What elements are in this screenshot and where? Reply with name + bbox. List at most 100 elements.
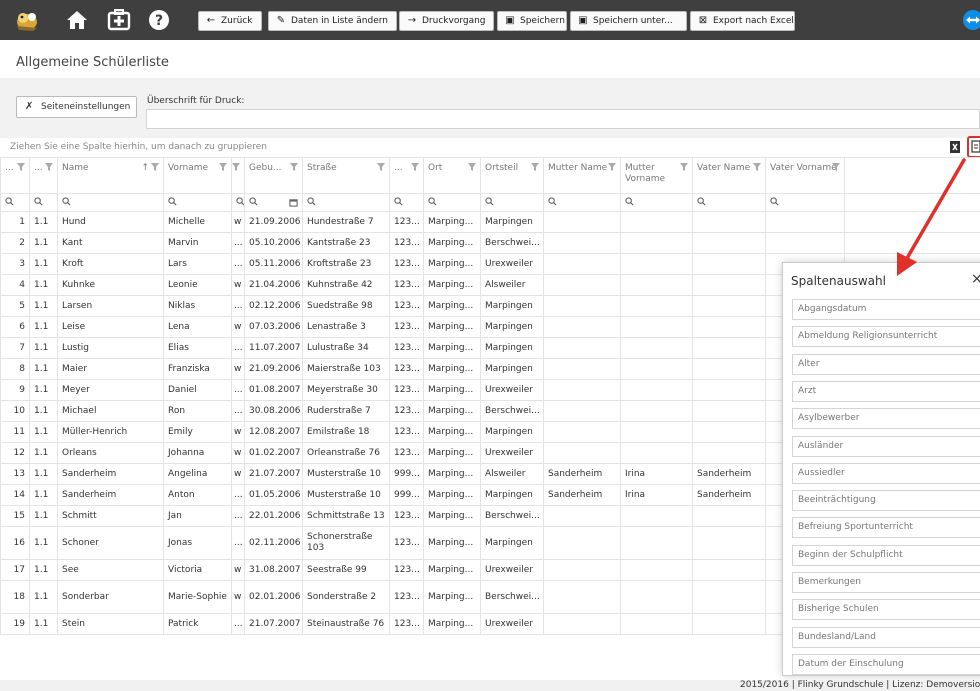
column-picker-item[interactable]: Beginn der Schulpflicht [792, 544, 980, 566]
filter-cell[interactable] [620, 193, 693, 212]
filter-cell[interactable] [389, 193, 424, 212]
filter-cell[interactable] [692, 193, 766, 212]
filter-cell[interactable] [765, 193, 845, 212]
page-settings-button[interactable]: ✗ Seiteneinstellungen [16, 96, 137, 118]
filter-icon[interactable] [832, 163, 840, 171]
table-cell: Marping... [423, 316, 481, 338]
filter-cell[interactable] [244, 193, 303, 212]
sort-ascending-icon[interactable]: ↑ [141, 163, 149, 174]
table-cell: Berschwei... [480, 400, 544, 422]
column-header[interactable]: ... [29, 157, 58, 194]
table-cell: 123... [389, 505, 424, 527]
filter-icon[interactable] [680, 163, 688, 171]
filter-icon[interactable] [411, 163, 419, 171]
column-header-label: ... [34, 163, 43, 173]
filter-cell[interactable] [423, 193, 481, 212]
column-picker-item[interactable]: Abmeldung Religionsunterricht [792, 326, 980, 348]
column-header[interactable]: Vorname [163, 157, 232, 194]
page-title: Allgemeine Schülerliste [16, 55, 169, 70]
help-icon[interactable]: ? [147, 8, 171, 32]
table-row[interactable]: 1 1.1 Hund Michelle w 21.09.2006 Hundestraße 7… [0, 211, 980, 233]
table-cell [620, 400, 693, 422]
column-picker-item[interactable]: Aussiedler [792, 462, 980, 484]
filter-cell[interactable] [57, 193, 164, 212]
table-row[interactable]: 2 1.1 Kant Marvin... 05.10.2006 Kantstraße 23… [0, 232, 980, 254]
back-button[interactable]: ← Zurück [198, 11, 262, 31]
table-cell: 1.1 [29, 316, 58, 338]
filter-icon[interactable] [290, 163, 298, 171]
table-cell: 1.1 [29, 400, 58, 422]
filter-icon[interactable] [468, 163, 476, 171]
filter-cell[interactable] [0, 193, 30, 212]
filter-icon[interactable] [377, 163, 385, 171]
home-icon[interactable] [65, 8, 89, 32]
filter-icon[interactable] [45, 163, 53, 171]
excel-export-icon[interactable] [948, 140, 962, 154]
print-process-label: Druckvorgang [422, 16, 486, 26]
filter-cell[interactable] [302, 193, 390, 212]
filter-icon[interactable] [151, 163, 159, 171]
column-picker-item[interactable]: Ausländer [792, 435, 980, 457]
column-header[interactable]: Gebu... [244, 157, 303, 194]
column-picker-item[interactable]: Datum der Einschulung [792, 653, 980, 675]
filter-icon[interactable] [232, 163, 240, 171]
column-header[interactable]: Ortsteil [480, 157, 544, 194]
column-header[interactable] [231, 157, 245, 194]
filter-cell[interactable] [29, 193, 58, 212]
print-process-button[interactable]: → Druckvorgang [399, 11, 494, 31]
column-picker-item[interactable]: Bisherige Schulen [792, 599, 980, 621]
edit-list-data-button[interactable]: ✎ Daten in Liste ändern [268, 11, 397, 31]
teamviewer-icon[interactable] [958, 9, 980, 31]
column-picker-item[interactable]: Abgangsdatum [792, 299, 980, 320]
table-cell: Alsweiler [480, 274, 544, 296]
column-chooser-icon[interactable] [967, 136, 980, 158]
close-icon[interactable]: × [971, 271, 980, 287]
filter-cell[interactable] [163, 193, 232, 212]
column-header[interactable]: Name ↑ [57, 157, 164, 194]
filter-cell[interactable] [480, 193, 544, 212]
filter-icon[interactable] [608, 163, 616, 171]
column-picker-item[interactable]: Arzt [792, 380, 980, 402]
back-button-label: Zurück [221, 16, 253, 26]
table-cell [692, 379, 766, 401]
table-cell: Kantstraße 23 [302, 232, 390, 254]
column-picker-item[interactable]: Beeinträchtigung [792, 490, 980, 512]
column-header[interactable]: Vater Vorname [765, 157, 845, 194]
column-picker-item[interactable]: Asylbewerber [792, 408, 980, 430]
column-header[interactable]: Mutter Vorname [620, 157, 693, 194]
table-cell: 1.1 [29, 580, 58, 614]
column-picker-item[interactable]: Befreiung Sportunterricht [792, 517, 980, 539]
table-cell: Urexweiler [480, 559, 544, 581]
filter-icon[interactable] [753, 163, 761, 171]
search-icon [5, 196, 14, 206]
column-header-label: Straße [307, 163, 337, 173]
column-header[interactable]: Ort [423, 157, 481, 194]
logo[interactable] [13, 8, 43, 32]
table-cell: Marpingen [480, 337, 544, 359]
save-button[interactable]: ▣ Speichern [497, 11, 567, 31]
filter-icon[interactable] [531, 163, 539, 171]
print-heading-input[interactable] [146, 109, 980, 129]
filter-icon[interactable] [219, 163, 227, 171]
table-cell: 05.11.2006 [244, 253, 303, 275]
filter-icon[interactable] [17, 163, 25, 171]
column-header[interactable]: ... [389, 157, 424, 194]
column-header[interactable]: Vater Name [692, 157, 766, 194]
table-cell: 1.1 [29, 379, 58, 401]
column-header[interactable]: Mutter Name [543, 157, 621, 194]
filter-cell[interactable] [231, 193, 245, 212]
column-header[interactable]: Straße [302, 157, 390, 194]
filter-cell[interactable] [543, 193, 621, 212]
column-picker-item[interactable]: Alter [792, 353, 980, 375]
save-as-button[interactable]: ▣ Speichern unter... [570, 11, 687, 31]
table-cell: Urexweiler [480, 613, 544, 635]
export-excel-button[interactable]: ⊠ Export nach Excel [690, 11, 795, 31]
column-header[interactable]: ... [0, 157, 30, 194]
table-cell: Orleans [57, 442, 164, 464]
calendar-icon[interactable] [289, 198, 298, 207]
column-picker-item[interactable]: Bemerkungen [792, 572, 980, 593]
first-aid-kit-icon[interactable] [107, 8, 131, 32]
group-drop-zone[interactable]: Ziehen Sie eine Spalte hierhin, um danac… [10, 142, 267, 152]
grid-filler [844, 193, 980, 212]
column-picker-item[interactable]: Bundesland/Land [792, 626, 980, 648]
